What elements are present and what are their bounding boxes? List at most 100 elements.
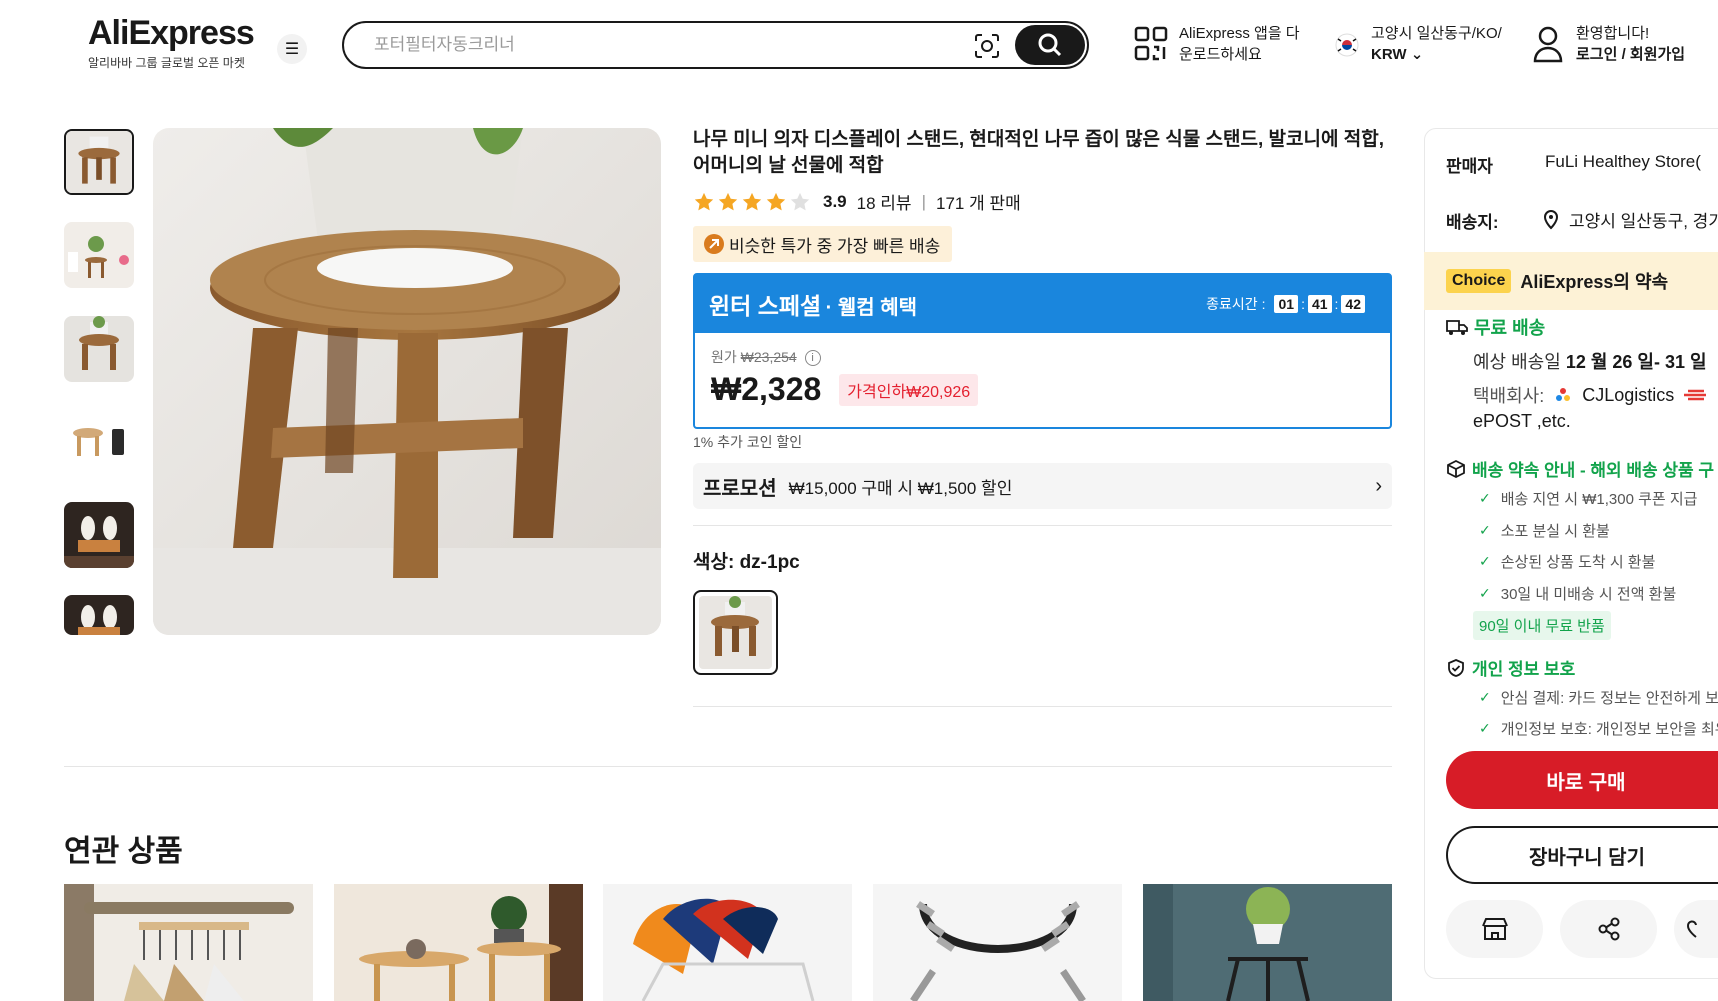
discount-badge: 가격인하₩20,926 <box>839 373 979 406</box>
location-currency-selector[interactable]: 고양시 일산동구/KO/ KRW ⌄ <box>1371 23 1502 65</box>
currency-text: KRW <box>1371 46 1407 63</box>
product-thumbnail-2[interactable] <box>64 222 134 288</box>
app-download-line1: AliExpress 앱을 다 <box>1179 25 1300 42</box>
user-icon[interactable] <box>1532 25 1564 63</box>
promo-header: 윈터 스페셜 · 웰컴 혜택 종료시간 : 01: 41: 42 <box>695 275 1390 333</box>
check-icon: ✓ <box>1479 490 1491 506</box>
promo-title-group: 윈터 스페셜 · 웰컴 혜택 <box>709 287 917 321</box>
rocket-badge-icon <box>704 234 724 254</box>
chevron-right-icon: › <box>1375 474 1382 497</box>
buy-now-button[interactable]: 바로 구매 <box>1446 751 1718 809</box>
privacy-text: 안심 결제: 카드 정보는 안전하게 보 <box>1500 690 1718 707</box>
ship-to-selector[interactable]: 고양시 일산동구, 경기 <box>1543 207 1718 232</box>
free-shipping-row: 무료 배송 <box>1446 314 1545 340</box>
privacy-item: ✓ 안심 결제: 카드 정보는 안전하게 보 <box>1479 687 1718 708</box>
share-button[interactable] <box>1560 900 1657 958</box>
search-button[interactable] <box>1015 25 1085 65</box>
figurine-thumbnail-image <box>64 595 134 635</box>
original-price: ₩23,254 <box>740 349 797 365</box>
coin-discount-text: 1% 추가 코인 할인 <box>693 434 803 450</box>
bonsai-stand-image <box>334 884 583 1001</box>
ship-to-label: 배송지: <box>1446 213 1499 232</box>
timer-hours: 01 <box>1274 295 1299 313</box>
info-icon[interactable]: i <box>804 350 821 367</box>
related-product-card[interactable] <box>873 884 1122 1001</box>
guarantee-text: 배송 지연 시 ₩1,300 쿠폰 지급 <box>1500 491 1698 508</box>
check-icon: ✓ <box>1479 585 1491 601</box>
privacy-title: 개인 정보 보호 <box>1472 660 1576 679</box>
menu-button[interactable]: ☰ <box>277 34 307 64</box>
choice-banner: Choice AliExpress의 약속 <box>1424 252 1718 310</box>
check-icon: ✓ <box>1479 689 1491 705</box>
related-product-card[interactable] <box>64 884 313 1001</box>
logo-tagline: 알리바바 그룹 글로벌 오픈 마켓 <box>88 56 245 70</box>
related-product-card[interactable] <box>1143 884 1392 1001</box>
related-product-card[interactable] <box>603 884 852 1001</box>
related-product-card[interactable] <box>334 884 583 1001</box>
guarantee-text: 30일 내 미배송 시 전액 환불 <box>1500 586 1677 603</box>
image-search-icon[interactable] <box>972 31 1002 61</box>
fast-shipping-text: 비슷한 특가 중 가장 빠른 배송 <box>729 236 941 256</box>
seller-label: 판매자 <box>1446 157 1493 176</box>
privacy-text: 개인정보 보호: 개인정보 보안을 최우 <box>1500 721 1718 738</box>
privacy-item: ✓ 개인정보 보호: 개인정보 보안을 최우 <box>1479 718 1718 739</box>
carrier-row: 택배회사: CJLogistics <box>1473 382 1708 408</box>
qr-code-icon[interactable] <box>1134 26 1168 62</box>
guarantee-item: ✓ 소포 분실 시 환불 <box>1479 520 1610 541</box>
hamburger-icon: ☰ <box>284 41 300 58</box>
aliexpress-logo[interactable]: AliExpress <box>88 14 255 53</box>
countdown-timer: 종료시간 : 01: 41: 42 <box>1206 294 1368 314</box>
delivery-guarantee-row[interactable]: 배송 약속 안내 - 해외 배송 상품 구 <box>1446 456 1714 481</box>
korea-flag-icon <box>1335 33 1359 57</box>
product-thumbnail-3[interactable] <box>64 316 134 382</box>
store-button[interactable] <box>1446 900 1543 958</box>
seller-name-link[interactable]: FuLi Healthey Store( <box>1545 152 1701 172</box>
stool-scene-thumbnail-image <box>64 222 134 288</box>
divider <box>64 766 1392 767</box>
main-product-image[interactable] <box>153 128 661 635</box>
share-icon <box>1598 917 1619 941</box>
add-to-cart-button[interactable]: 장바구니 담기 <box>1446 826 1718 884</box>
shield-icon <box>1448 658 1464 677</box>
account-link[interactable]: 환영합니다! 로그인 / 회원가입 <box>1576 23 1685 65</box>
guarantee-text: 소포 분실 시 환불 <box>1500 523 1610 540</box>
guarantee-item: ✓ 손상된 상품 도착 시 환불 <box>1479 551 1655 572</box>
product-thumbnail-5[interactable] <box>64 502 134 568</box>
timer-seconds: 42 <box>1341 295 1365 313</box>
divider <box>693 706 1392 707</box>
app-download-link[interactable]: AliExpress 앱을 다 운로드하세요 <box>1179 23 1300 65</box>
promo-subtitle: · 웰컴 혜택 <box>825 297 918 319</box>
color-swatch-image <box>699 596 772 669</box>
review-count-link[interactable]: 18 리뷰 <box>857 189 912 214</box>
stool-thumbnail-image <box>66 131 132 193</box>
search-bar <box>342 21 1089 69</box>
star-empty-icon <box>790 192 810 210</box>
fast-shipping-badge: 비슷한 특가 중 가장 빠른 배송 <box>693 226 953 262</box>
sold-count: 171 개 판매 <box>935 194 1021 213</box>
product-thumbnail-1[interactable] <box>64 129 134 195</box>
wooden-stool-image <box>153 128 661 635</box>
star-filled-icon <box>694 192 714 210</box>
promotion-label: 프로모션 <box>703 477 777 500</box>
ship-to-value: 고양시 일산동구, 경기 <box>1569 212 1718 231</box>
promotion-row[interactable]: 프로모션 ₩15,000 구매 시 ₩1,500 할인 › <box>693 463 1392 509</box>
star-filled-icon <box>718 192 738 210</box>
product-thumbnail-4[interactable] <box>64 409 134 475</box>
separator: | <box>921 191 926 211</box>
welcome-text: 환영합니다! <box>1576 25 1650 42</box>
store-icon <box>1481 918 1508 940</box>
login-signup-text: 로그인 / 회원가입 <box>1576 46 1686 63</box>
product-thumbnail-6[interactable] <box>64 595 134 635</box>
package-icon <box>1447 459 1465 478</box>
search-input[interactable] <box>374 33 934 57</box>
color-option-dz-1pc[interactable] <box>693 590 778 675</box>
check-icon: ✓ <box>1479 522 1491 538</box>
rating-row: 3.9 18 리뷰 | 171 개 판매 <box>693 189 1021 214</box>
choice-tag: Choice <box>1446 269 1512 293</box>
cj-logo-icon <box>1556 388 1571 401</box>
stool-thumbnail-image <box>64 316 134 382</box>
eta-value: 12 월 26 일- 31 일 <box>1565 352 1707 372</box>
figurine-thumbnail-image <box>64 502 134 568</box>
privacy-row[interactable]: 개인 정보 보호 <box>1446 655 1575 680</box>
carrier-more: ePOST ,etc. <box>1473 411 1571 431</box>
